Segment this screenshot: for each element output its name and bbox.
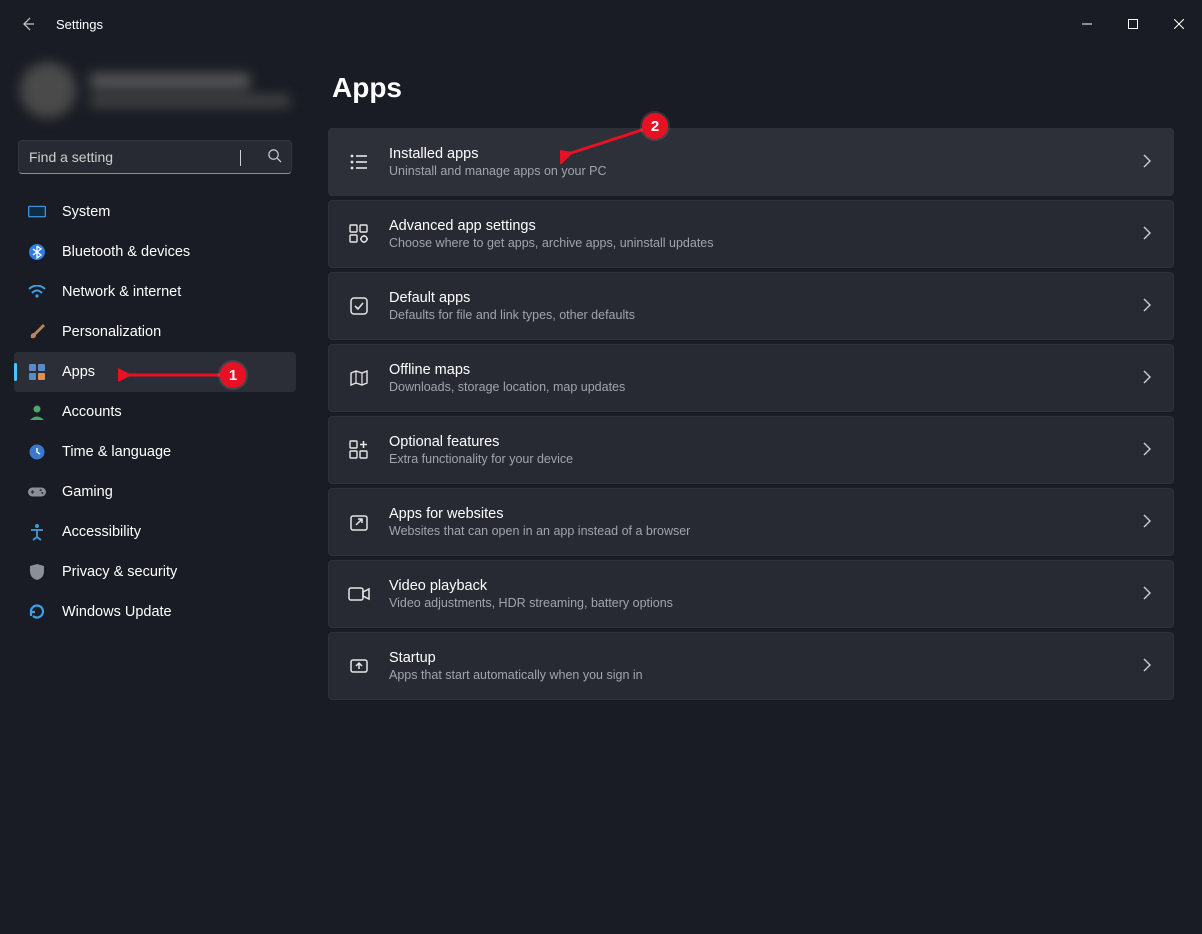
sidebar-item-label: Accounts [62,404,122,420]
startup-icon [347,656,371,676]
chevron-right-icon [1143,154,1151,171]
avatar [20,62,76,118]
chevron-right-icon [1143,514,1151,531]
open-ext-icon [347,512,371,532]
close-button[interactable] [1156,8,1202,40]
map-icon [347,368,371,388]
search-input[interactable] [18,140,292,174]
sidebar-item-label: Windows Update [62,604,172,620]
bluetooth-icon [28,243,46,261]
chevron-right-icon [1143,586,1151,603]
sidebar-item-accessibility[interactable]: Accessibility [14,512,296,552]
back-button[interactable] [18,14,38,34]
card-title: Default apps [389,290,1143,306]
annotation-marker-1: 1 [220,362,246,388]
text-cursor [240,150,241,166]
sidebar-item-label: Network & internet [62,284,181,300]
check-square-icon [347,296,371,316]
sidebar-item-bluetooth-devices[interactable]: Bluetooth & devices [14,232,296,272]
card-subtitle: Websites that can open in an app instead… [389,524,1143,538]
gear-grid-icon [347,224,371,244]
sidebar-item-system[interactable]: System [14,192,296,232]
card-subtitle: Defaults for file and link types, other … [389,308,1143,322]
sidebar-item-time-language[interactable]: Time & language [14,432,296,472]
card-default-apps[interactable]: Default apps Defaults for file and link t… [328,272,1174,340]
sidebar-item-personalization[interactable]: Personalization [14,312,296,352]
card-subtitle: Apps that start automatically when you s… [389,668,1143,682]
brush-icon [28,323,46,341]
main-content: Apps Installed apps Uninstall and manage … [310,48,1202,934]
maximize-button[interactable] [1110,8,1156,40]
wifi-icon [28,283,46,301]
sidebar-item-network-internet[interactable]: Network & internet [14,272,296,312]
sidebar-item-accounts[interactable]: Accounts [14,392,296,432]
update-icon [28,603,46,621]
video-icon [347,586,371,602]
chevron-right-icon [1143,658,1151,675]
sidebar-item-windows-update[interactable]: Windows Update [14,592,296,632]
plus-grid-icon [347,440,371,460]
sidebar-item-label: System [62,204,110,220]
card-startup[interactable]: Startup Apps that start automatically whe… [328,632,1174,700]
card-subtitle: Downloads, storage location, map updates [389,380,1143,394]
game-icon [28,483,46,501]
card-title: Video playback [389,578,1143,594]
apps-icon [28,363,46,381]
chevron-right-icon [1143,370,1151,387]
sidebar-item-label: Personalization [62,324,161,340]
sidebar-item-label: Gaming [62,484,113,500]
sidebar-item-label: Time & language [62,444,171,460]
card-title: Optional features [389,434,1143,450]
card-title: Installed apps [389,146,1143,162]
card-advanced-app-settings[interactable]: Advanced app settings Choose where to get… [328,200,1174,268]
card-optional-features[interactable]: Optional features Extra functionality for… [328,416,1174,484]
card-subtitle: Extra functionality for your device [389,452,1143,466]
card-subtitle: Choose where to get apps, archive apps, … [389,236,1143,250]
sidebar-item-privacy-security[interactable]: Privacy & security [14,552,296,592]
list-icon [347,152,371,172]
card-apps-for-websites[interactable]: Apps for websites Websites that can open … [328,488,1174,556]
sidebar: System Bluetooth & devices Network & inter… [0,48,310,934]
card-title: Advanced app settings [389,218,1143,234]
system-icon [28,203,46,221]
sidebar-item-label: Bluetooth & devices [62,244,190,260]
maximize-icon [1128,19,1138,29]
access-icon [28,523,46,541]
card-title: Offline maps [389,362,1143,378]
card-installed-apps[interactable]: Installed apps Uninstall and manage apps … [328,128,1174,196]
person-icon [28,403,46,421]
window-controls [1064,8,1202,40]
sidebar-item-apps[interactable]: Apps [14,352,296,392]
sidebar-item-label: Accessibility [62,524,141,540]
titlebar: Settings [0,0,1202,48]
minimize-button[interactable] [1064,8,1110,40]
chevron-right-icon [1143,226,1151,243]
chevron-right-icon [1143,298,1151,315]
account-name [90,73,250,89]
clock-icon [28,443,46,461]
card-title: Apps for websites [389,506,1143,522]
minimize-icon [1082,19,1092,29]
back-arrow-icon [20,16,36,32]
card-title: Startup [389,650,1143,666]
sidebar-item-label: Apps [62,364,95,380]
window-title: Settings [56,17,103,32]
account-header[interactable] [6,56,304,134]
annotation-marker-2: 2 [642,113,668,139]
account-email [90,95,290,107]
sidebar-item-gaming[interactable]: Gaming [14,472,296,512]
card-video-playback[interactable]: Video playback Video adjustments, HDR str… [328,560,1174,628]
sidebar-item-label: Privacy & security [62,564,177,580]
card-offline-maps[interactable]: Offline maps Downloads, storage location,… [328,344,1174,412]
close-icon [1174,19,1184,29]
chevron-right-icon [1143,442,1151,459]
card-subtitle: Video adjustments, HDR streaming, batter… [389,596,1143,610]
shield-icon [28,563,46,581]
search-icon [267,148,282,166]
card-subtitle: Uninstall and manage apps on your PC [389,164,1143,178]
page-title: Apps [332,72,1174,104]
